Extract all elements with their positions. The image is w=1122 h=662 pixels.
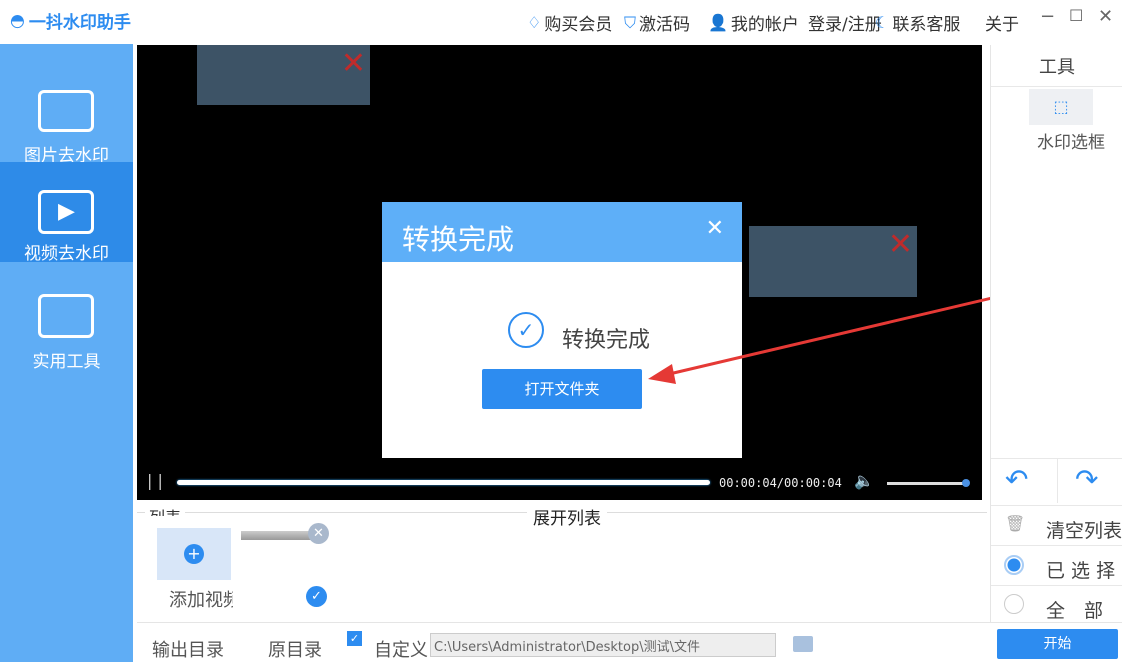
trash-icon: 🗑 bbox=[1005, 514, 1026, 533]
radio-checked-icon bbox=[1004, 555, 1024, 575]
output-path-input[interactable]: C:\Users\Administrator\Desktop\测试\文件 bbox=[430, 633, 776, 657]
list-title: 列表 bbox=[145, 504, 186, 516]
plus-icon: + bbox=[184, 544, 204, 564]
radio-selected[interactable]: 已 选 择 bbox=[991, 545, 1122, 585]
clear-list-button[interactable]: 🗑 清空列表 bbox=[991, 505, 1122, 545]
arrow-head bbox=[648, 364, 676, 384]
original-dir-option[interactable]: 原目录 bbox=[268, 636, 322, 662]
add-video-label[interactable]: 添加视频 bbox=[169, 586, 233, 612]
watermark-select-icon[interactable]: ⬚ bbox=[1029, 89, 1093, 125]
redo-icon[interactable]: ↷ bbox=[1075, 463, 1098, 496]
video-thumbnail[interactable] bbox=[241, 531, 311, 540]
custom-checkbox[interactable]: ✓ bbox=[347, 631, 362, 646]
output-bar: 输出目录 原目录 ✓ 自定义 C:\Users\Administrator\De… bbox=[137, 622, 1122, 662]
video-list: 列表 展开列表 + 添加视频 ✕ ✓ bbox=[137, 500, 987, 622]
undo-icon[interactable]: ↶ bbox=[1005, 463, 1028, 496]
add-video-button[interactable]: + bbox=[157, 528, 231, 580]
radio-all[interactable]: 全 部 bbox=[991, 585, 1122, 622]
radio-unchecked-icon bbox=[1004, 594, 1024, 614]
expand-list-button[interactable]: 展开列表 bbox=[527, 504, 607, 529]
remove-video-icon[interactable]: ✕ bbox=[308, 523, 329, 544]
start-button[interactable]: 开始 bbox=[997, 629, 1118, 659]
output-dir-label: 输出目录 bbox=[152, 640, 224, 661]
folder-icon[interactable] bbox=[793, 636, 813, 652]
clear-list-label: 清空列表 bbox=[1046, 520, 1122, 542]
undo-redo-row: ↶ ↷ bbox=[991, 458, 1122, 503]
right-panel: 工具 ⬚ 水印选框 ↶ ↷ 🗑 清空列表 已 选 择 全 部 bbox=[990, 45, 1122, 622]
custom-dir-label: 自定义 bbox=[374, 640, 428, 661]
selected-label: 已 选 择 bbox=[1046, 560, 1116, 582]
tools-header: 工具 bbox=[991, 45, 1122, 87]
video-checked-icon[interactable]: ✓ bbox=[306, 586, 327, 607]
all-label: 全 部 bbox=[1046, 600, 1104, 622]
watermark-select-label[interactable]: 水印选框 bbox=[1037, 128, 1122, 153]
